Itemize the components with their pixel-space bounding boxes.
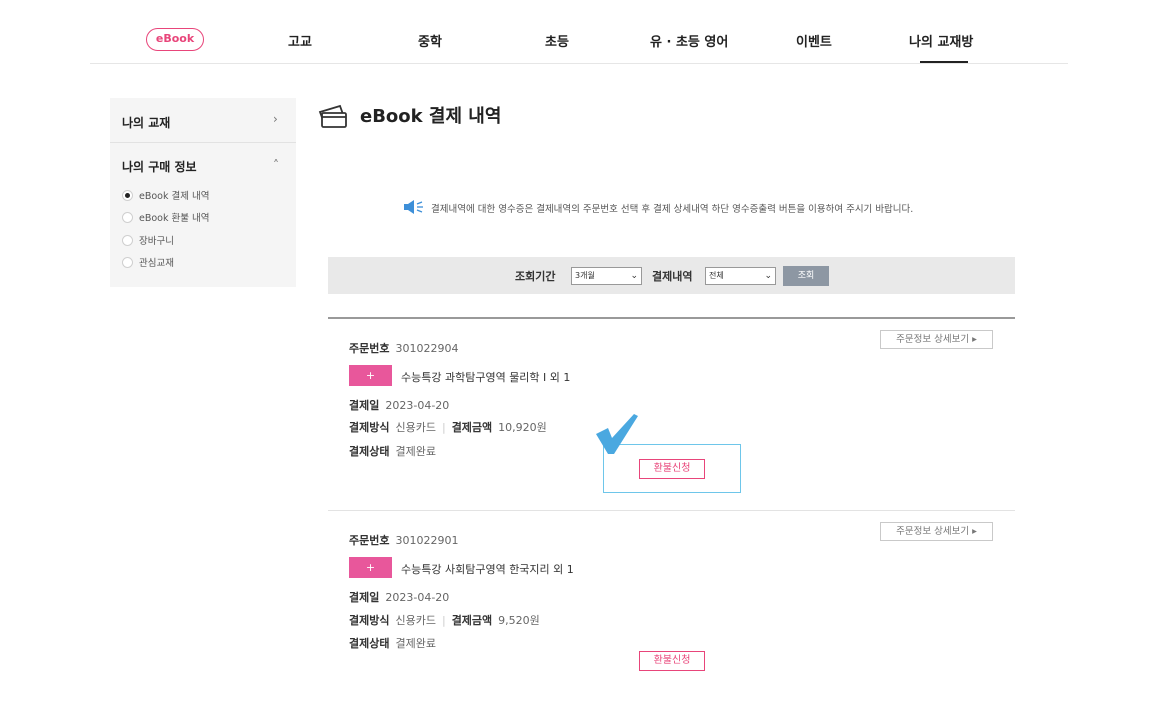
payment-method-row: 결제방식 신용카드 | 결제금액 9,520원 bbox=[349, 614, 540, 627]
order-divider bbox=[328, 510, 1015, 511]
payment-status-label: 결제상태 bbox=[349, 637, 390, 650]
page: eBook 고교 중학 초등 유 · 초등 영어 이벤트 나의 교재방 나의 교… bbox=[0, 0, 1152, 712]
list-top-border bbox=[328, 317, 1015, 319]
nav-item-elementary[interactable]: 초등 bbox=[545, 31, 569, 50]
order-number[interactable]: 301022904 bbox=[395, 342, 458, 355]
payment-amount-label: 결제금액 bbox=[451, 614, 493, 627]
sidebar-item-label: 장바구니 bbox=[139, 236, 174, 247]
sidebar-item-cart[interactable]: 장바구니 bbox=[122, 233, 174, 247]
receipt-notice: 결제내역에 대한 영수증은 결제내역의 주문번호 선택 후 결제 상세내역 하단… bbox=[431, 204, 914, 215]
sidebar-item-wishlist[interactable]: 관심교재 bbox=[122, 255, 174, 269]
chevron-down-icon: ⌄ bbox=[764, 271, 772, 281]
period-select[interactable]: 3개월 ⌄ bbox=[571, 267, 642, 285]
order-number-label: 주문번호 bbox=[349, 342, 390, 355]
payment-status-row: 결제상태 결제완료 bbox=[349, 635, 436, 651]
sidebar-item-label: eBook 환불 내역 bbox=[139, 213, 210, 224]
nav-item-high[interactable]: 고교 bbox=[288, 31, 312, 50]
payment-date-row: 결제일 2023-04-20 bbox=[349, 589, 449, 605]
radio-icon bbox=[122, 257, 133, 268]
check-icon bbox=[596, 414, 638, 454]
sidebar-purchase-info[interactable]: 나의 구매 정보 bbox=[122, 158, 197, 175]
payment-method-label: 결제방식 bbox=[349, 421, 390, 434]
product-name: 수능특강 과학탐구영역 물리학 I 외 1 bbox=[401, 371, 571, 384]
payment-date-label: 결제일 bbox=[349, 399, 380, 412]
product-name: 수능특강 사회탐구영역 한국지리 외 1 bbox=[401, 563, 574, 576]
sidebar-item-ebook-refunds[interactable]: eBook 환불 내역 bbox=[122, 210, 210, 224]
payment-amount: 9,520원 bbox=[498, 614, 540, 627]
top-nav: eBook 고교 중학 초등 유 · 초등 영어 이벤트 나의 교재방 bbox=[90, 18, 1068, 64]
chevron-right-icon[interactable]: › bbox=[273, 112, 278, 126]
refund-request-button[interactable]: 환불신청 bbox=[639, 459, 705, 479]
payment-amount-label: 결제금액 bbox=[451, 421, 493, 434]
nav-ebook-pill[interactable]: eBook bbox=[146, 28, 204, 51]
filter-bar: 조회기간 3개월 ⌄ 결제내역 전체 ⌄ 조회 bbox=[328, 257, 1015, 294]
payment-date: 2023-04-20 bbox=[385, 399, 450, 412]
nav-item-middle[interactable]: 중학 bbox=[418, 31, 442, 50]
order-number-row: 주문번호 301022904 bbox=[349, 340, 458, 356]
speaker-icon bbox=[404, 200, 423, 214]
payment-date: 2023-04-20 bbox=[385, 591, 450, 604]
period-label: 조회기간 bbox=[515, 270, 556, 283]
radio-icon bbox=[122, 212, 133, 223]
order-number-label: 주문번호 bbox=[349, 534, 390, 547]
order-detail-button[interactable]: 주문정보 상세보기 ▸ bbox=[880, 330, 993, 349]
nav-item-my-books[interactable]: 나의 교재방 bbox=[909, 31, 973, 50]
order-detail-button[interactable]: 주문정보 상세보기 ▸ bbox=[880, 522, 993, 541]
sidebar-divider bbox=[110, 142, 296, 143]
radio-icon bbox=[122, 235, 133, 246]
sidebar-my-books[interactable]: 나의 교재 bbox=[122, 114, 170, 131]
payment-status: 결제완료 bbox=[395, 637, 436, 650]
nav-item-english[interactable]: 유 · 초등 영어 bbox=[650, 31, 728, 50]
sidebar-item-ebook-payments[interactable]: eBook 결제 내역 bbox=[122, 188, 210, 202]
nav-item-event[interactable]: 이벤트 bbox=[796, 31, 832, 50]
payment-date-label: 결제일 bbox=[349, 591, 380, 604]
chevron-up-icon[interactable]: ˄ bbox=[273, 158, 279, 172]
chevron-down-icon: ⌄ bbox=[630, 271, 638, 281]
payment-method: 신용카드 bbox=[395, 421, 436, 434]
sidebar: 나의 교재 › 나의 구매 정보 ˄ eBook 결제 내역 eBook 환불 … bbox=[110, 98, 296, 287]
payment-method-row: 결제방식 신용카드 | 결제금액 10,920원 bbox=[349, 421, 547, 434]
sidebar-item-label: eBook 결제 내역 bbox=[139, 191, 210, 202]
card-icon bbox=[318, 104, 347, 128]
nav-active-indicator bbox=[920, 61, 968, 63]
refund-request-button[interactable]: 환불신청 bbox=[639, 651, 705, 671]
status-value: 전체 bbox=[709, 271, 724, 280]
payment-status-label: 결제상태 bbox=[349, 445, 390, 458]
status-label: 결제내역 bbox=[652, 270, 693, 283]
order-number[interactable]: 301022901 bbox=[395, 534, 458, 547]
payment-status-row: 결제상태 결제완료 bbox=[349, 443, 436, 459]
expand-button[interactable]: + bbox=[349, 365, 392, 386]
page-title: eBook 결제 내역 bbox=[360, 106, 502, 127]
sidebar-item-label: 관심교재 bbox=[139, 258, 174, 269]
radio-selected-icon bbox=[122, 190, 133, 201]
expand-button[interactable]: + bbox=[349, 557, 392, 578]
search-button[interactable]: 조회 bbox=[783, 266, 829, 286]
payment-status: 결제완료 bbox=[395, 445, 436, 458]
payment-method: 신용카드 bbox=[395, 614, 436, 627]
payment-method-label: 결제방식 bbox=[349, 614, 390, 627]
payment-date-row: 결제일 2023-04-20 bbox=[349, 397, 449, 413]
order-number-row: 주문번호 301022901 bbox=[349, 532, 458, 548]
status-select[interactable]: 전체 ⌄ bbox=[705, 267, 776, 285]
period-value: 3개월 bbox=[575, 271, 595, 280]
payment-amount: 10,920원 bbox=[498, 421, 547, 434]
